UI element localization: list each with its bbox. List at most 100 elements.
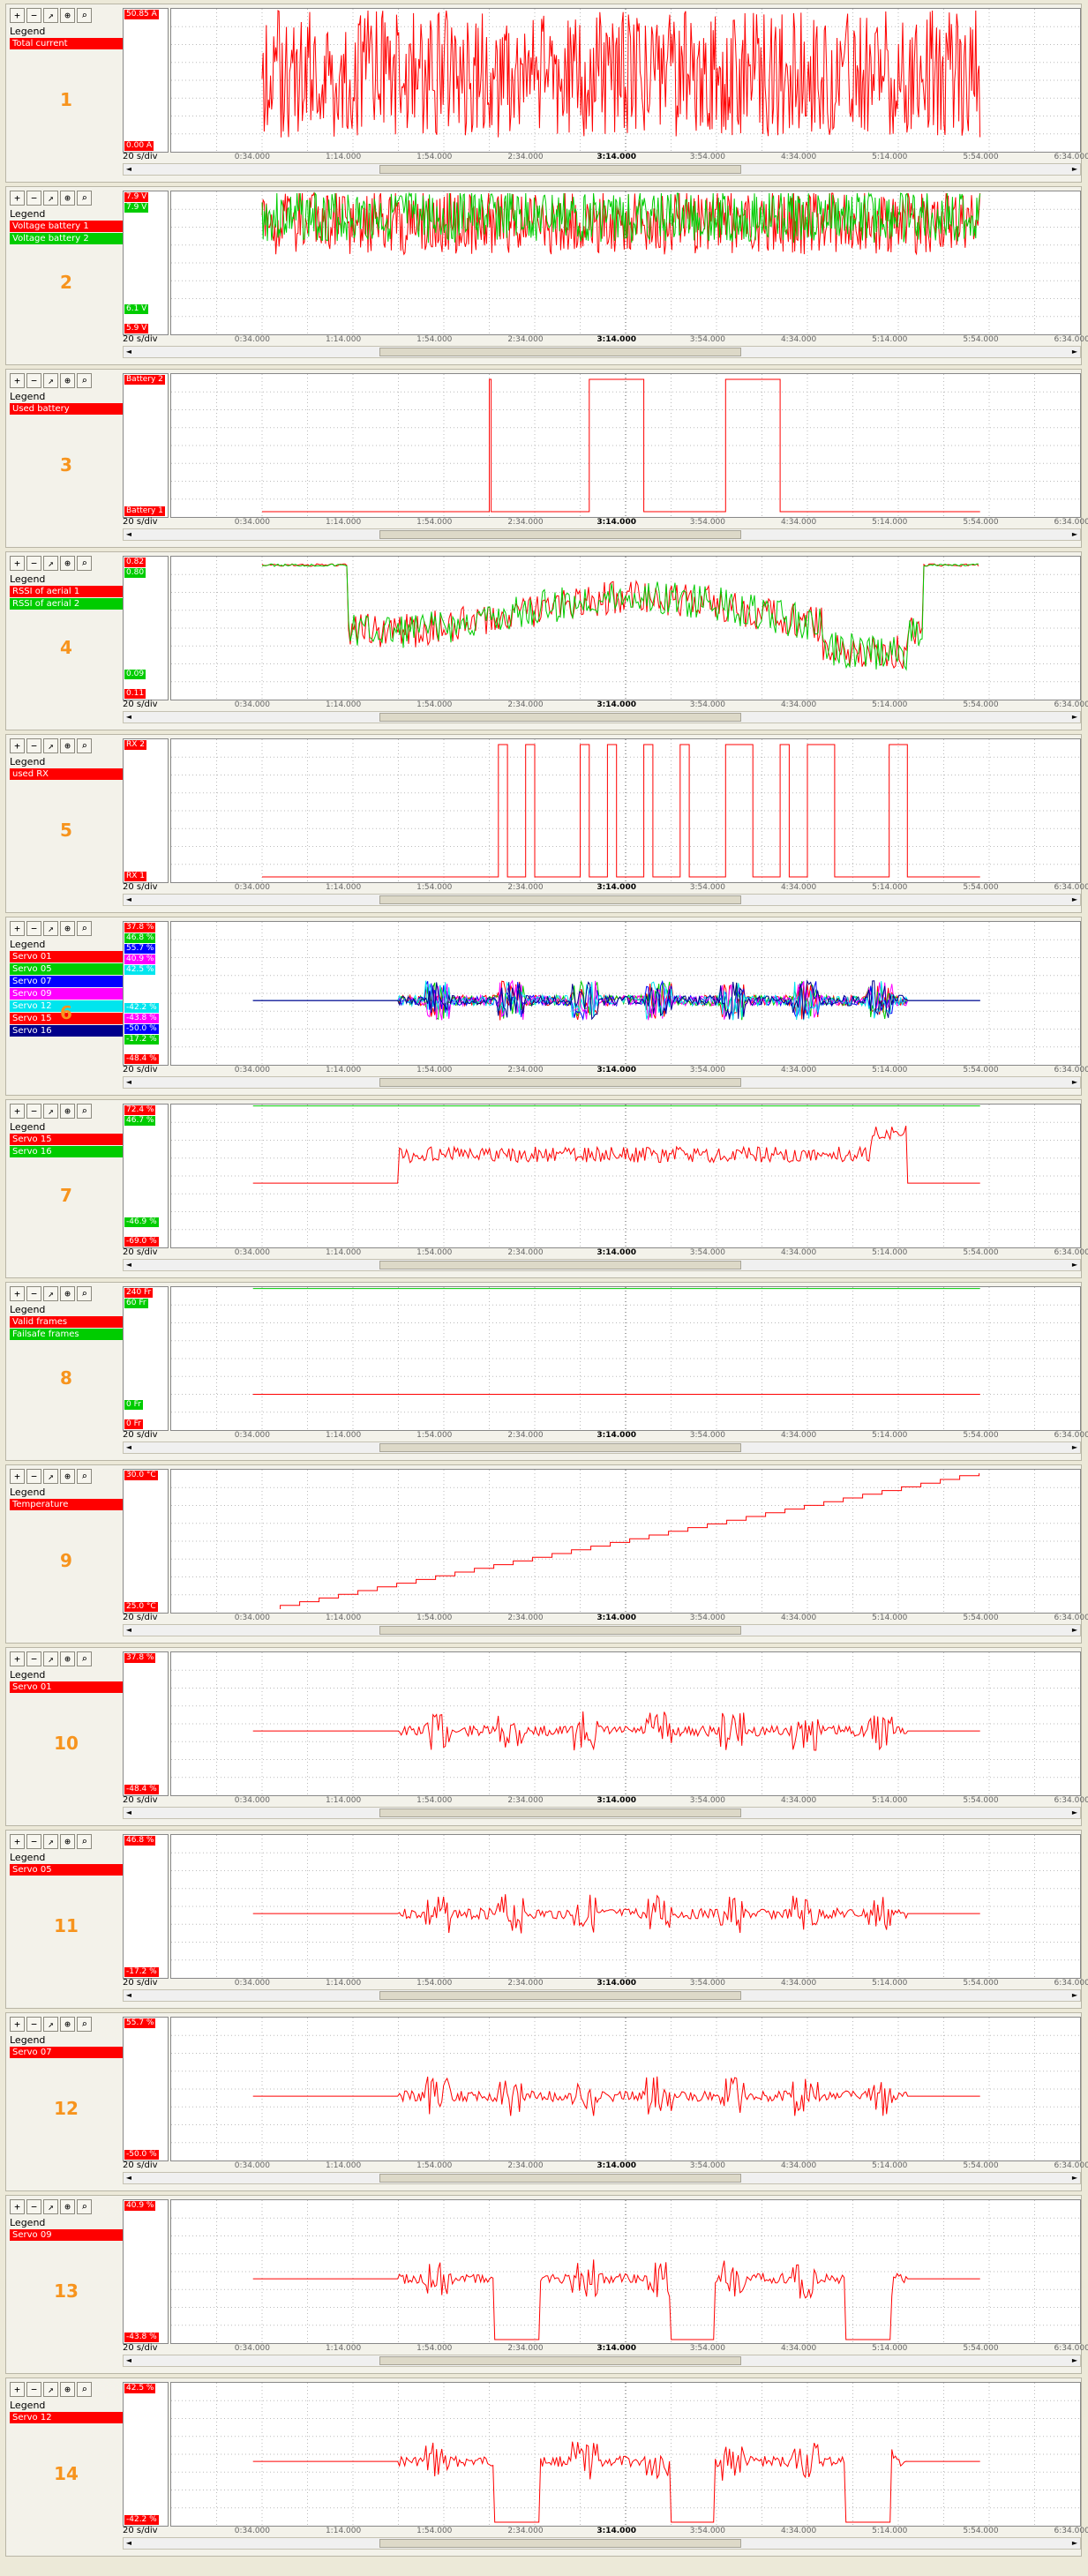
zoom-tool-button[interactable]: ⊕ [60,373,75,388]
search-button[interactable]: ⌕ [77,1104,92,1119]
horizontal-scrollbar[interactable]: ◄ ► [123,2537,1081,2550]
zoom-in-button[interactable]: + [10,556,25,571]
horizontal-scrollbar[interactable]: ◄ ► [123,2172,1081,2184]
horizontal-scrollbar[interactable]: ◄ ► [123,163,1081,176]
scroll-thumb[interactable] [379,2539,741,2548]
scroll-left-icon[interactable]: ◄ [124,529,134,540]
zoom-tool-button[interactable]: ⊕ [60,738,75,753]
fit-button[interactable]: ↗ [43,1834,58,1849]
scroll-thumb[interactable] [379,1991,741,2000]
search-button[interactable]: ⌕ [77,1469,92,1484]
search-button[interactable]: ⌕ [77,1651,92,1666]
fit-button[interactable]: ↗ [43,1286,58,1301]
search-button[interactable]: ⌕ [77,556,92,571]
zoom-tool-button[interactable]: ⊕ [60,2199,75,2214]
scroll-thumb[interactable] [379,348,741,356]
zoom-out-button[interactable]: − [26,1651,41,1666]
plot-canvas[interactable] [170,8,1081,153]
zoom-in-button[interactable]: + [10,1834,25,1849]
scroll-thumb[interactable] [379,713,741,722]
search-button[interactable]: ⌕ [77,2199,92,2214]
scroll-right-icon[interactable]: ► [1069,1625,1080,1636]
legend-item[interactable]: RSSI of aerial 2 [10,598,123,610]
legend-item[interactable]: Temperature [10,1499,123,1510]
fit-button[interactable]: ↗ [43,2382,58,2397]
horizontal-scrollbar[interactable]: ◄ ► [123,1989,1081,2002]
zoom-out-button[interactable]: − [26,1834,41,1849]
horizontal-scrollbar[interactable]: ◄ ► [123,1807,1081,1819]
plot-canvas[interactable] [170,191,1081,335]
plot-canvas[interactable] [170,1104,1081,1248]
search-button[interactable]: ⌕ [77,921,92,936]
fit-button[interactable]: ↗ [43,191,58,206]
plot-canvas[interactable] [170,738,1081,883]
legend-item[interactable]: Servo 07 [10,2047,123,2058]
zoom-out-button[interactable]: − [26,1104,41,1119]
zoom-out-button[interactable]: − [26,2382,41,2397]
fit-button[interactable]: ↗ [43,1104,58,1119]
zoom-in-button[interactable]: + [10,2017,25,2032]
zoom-in-button[interactable]: + [10,373,25,388]
scroll-left-icon[interactable]: ◄ [124,712,134,723]
horizontal-scrollbar[interactable]: ◄ ► [123,528,1081,541]
legend-item[interactable]: RSSI of aerial 1 [10,586,123,597]
scroll-left-icon[interactable]: ◄ [124,1260,134,1270]
zoom-tool-button[interactable]: ⊕ [60,556,75,571]
plot-canvas[interactable] [170,1651,1081,1796]
zoom-tool-button[interactable]: ⊕ [60,1104,75,1119]
scroll-left-icon[interactable]: ◄ [124,2355,134,2366]
scroll-right-icon[interactable]: ► [1069,1990,1080,2001]
horizontal-scrollbar[interactable]: ◄ ► [123,1624,1081,1636]
zoom-tool-button[interactable]: ⊕ [60,2017,75,2032]
horizontal-scrollbar[interactable]: ◄ ► [123,894,1081,906]
fit-button[interactable]: ↗ [43,2017,58,2032]
scroll-thumb[interactable] [379,2356,741,2365]
scroll-left-icon[interactable]: ◄ [124,1808,134,1818]
scroll-left-icon[interactable]: ◄ [124,1625,134,1636]
zoom-in-button[interactable]: + [10,1286,25,1301]
scroll-thumb[interactable] [379,530,741,539]
scroll-thumb[interactable] [379,1078,741,1087]
zoom-out-button[interactable]: − [26,1469,41,1484]
scroll-right-icon[interactable]: ► [1069,1808,1080,1818]
legend-item[interactable]: Failsafe frames [10,1329,123,1340]
zoom-in-button[interactable]: + [10,191,25,206]
legend-item[interactable]: Valid frames [10,1316,123,1328]
legend-item[interactable]: Servo 16 [10,1146,123,1157]
fit-button[interactable]: ↗ [43,738,58,753]
scroll-thumb[interactable] [379,1808,741,1817]
search-button[interactable]: ⌕ [77,1286,92,1301]
zoom-tool-button[interactable]: ⊕ [60,921,75,936]
scroll-left-icon[interactable]: ◄ [124,347,134,357]
legend-item[interactable]: Used battery [10,403,123,415]
zoom-out-button[interactable]: − [26,1286,41,1301]
zoom-out-button[interactable]: − [26,373,41,388]
scroll-left-icon[interactable]: ◄ [124,164,134,175]
legend-item[interactable]: Servo 12 [10,2412,123,2423]
horizontal-scrollbar[interactable]: ◄ ► [123,346,1081,358]
scroll-right-icon[interactable]: ► [1069,712,1080,723]
fit-button[interactable]: ↗ [43,8,58,23]
plot-canvas[interactable] [170,1834,1081,1979]
plot-canvas[interactable] [170,2199,1081,2344]
plot-canvas[interactable] [170,556,1081,700]
fit-button[interactable]: ↗ [43,556,58,571]
scroll-right-icon[interactable]: ► [1069,895,1080,905]
horizontal-scrollbar[interactable]: ◄ ► [123,1076,1081,1089]
horizontal-scrollbar[interactable]: ◄ ► [123,2355,1081,2367]
legend-item[interactable]: Servo 01 [10,951,123,962]
zoom-in-button[interactable]: + [10,8,25,23]
plot-canvas[interactable] [170,2017,1081,2161]
zoom-tool-button[interactable]: ⊕ [60,2382,75,2397]
fit-button[interactable]: ↗ [43,373,58,388]
scroll-right-icon[interactable]: ► [1069,2355,1080,2366]
horizontal-scrollbar[interactable]: ◄ ► [123,1259,1081,1271]
zoom-in-button[interactable]: + [10,2382,25,2397]
scroll-thumb[interactable] [379,165,741,174]
fit-button[interactable]: ↗ [43,921,58,936]
scroll-right-icon[interactable]: ► [1069,1442,1080,1453]
fit-button[interactable]: ↗ [43,1469,58,1484]
zoom-tool-button[interactable]: ⊕ [60,1469,75,1484]
zoom-out-button[interactable]: − [26,556,41,571]
zoom-out-button[interactable]: − [26,2199,41,2214]
